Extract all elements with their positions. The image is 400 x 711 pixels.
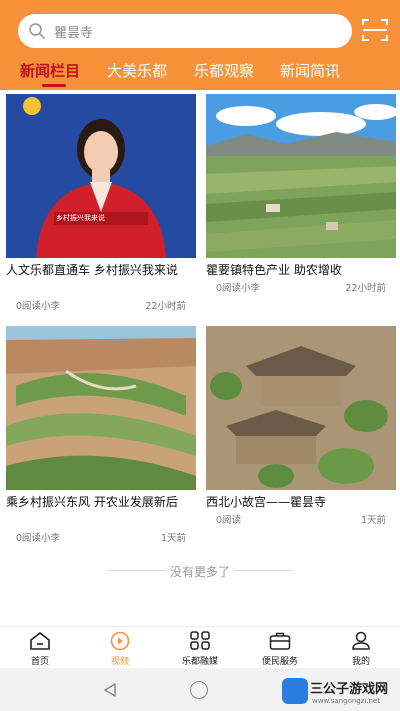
read-count: 0阅读小李 <box>16 301 61 312</box>
tab-beautiful-ledu[interactable]: 大美乐都 <box>107 60 167 81</box>
article-title[interactable]: 乘乡村振兴东风 开农业发展新后 <box>6 494 196 511</box>
active-tab-indicator <box>42 84 66 87</box>
scan-icon[interactable] <box>362 18 388 42</box>
app-header: 瞿昙寺 新闻栏目 大美乐都 乐都观察 新闻简讯 <box>0 0 400 90</box>
timestamp: 22小时前 <box>145 301 186 312</box>
read-count: 0阅读 <box>216 515 242 526</box>
watermark-text: 三公子游戏网 <box>310 682 389 697</box>
no-more-text: 没有更多了 <box>169 565 230 579</box>
tab-news-briefs[interactable]: 新闻简讯 <box>280 60 340 81</box>
watermark-logo-icon <box>282 678 308 704</box>
article-thumbnail[interactable] <box>6 326 196 490</box>
watermark-url: www.sangongzi.net <box>312 697 381 705</box>
divider <box>234 570 292 571</box>
watermark: 三公子游戏网 www.sangongzi.net <box>282 676 396 708</box>
nav-services[interactable]: 便民服务 <box>245 631 315 667</box>
search-icon <box>29 23 45 39</box>
no-more-indicator: 没有更多了 <box>0 563 400 580</box>
nav-video[interactable]: 视频 <box>85 631 155 667</box>
tab-ledu-observation[interactable]: 乐都观察 <box>194 60 254 81</box>
article-title[interactable]: 西北小故宫——瞿昙寺 <box>206 494 396 511</box>
home-icon <box>30 632 50 650</box>
briefcase-icon <box>269 632 291 650</box>
tab-news-columns[interactable]: 新闻栏目 <box>20 60 80 81</box>
bottom-navigation: 首页 视频 乐都融媒 便民服务 我的 <box>0 626 400 668</box>
nav-label: 首页 <box>30 657 49 667</box>
nav-label: 我的 <box>351 657 370 667</box>
nav-home[interactable]: 首页 <box>5 631 75 667</box>
home-circle-icon[interactable] <box>190 681 208 699</box>
article-card[interactable]: 瞿要镇特色产业 助农增收 0阅读小李 22小时前 <box>206 94 396 316</box>
search-bar[interactable]: 瞿昙寺 <box>18 14 352 48</box>
nav-profile[interactable]: 我的 <box>326 631 396 667</box>
search-input[interactable]: 瞿昙寺 <box>54 22 93 41</box>
divider <box>108 570 166 571</box>
article-meta: 0阅读小李 22小时前 <box>216 280 386 294</box>
grid-icon <box>190 631 210 650</box>
article-card[interactable]: 西北小故宫——瞿昙寺 0阅读 1天前 <box>206 326 396 548</box>
article-card[interactable]: 乘乡村振兴东风 开农业发展新后 0阅读小李 1天前 <box>6 326 196 548</box>
nav-label: 视频 <box>110 657 129 667</box>
nav-label: 便民服务 <box>261 657 298 667</box>
user-icon <box>352 631 370 650</box>
timestamp: 22小时前 <box>345 283 386 294</box>
timestamp: 1天前 <box>160 533 186 544</box>
article-card[interactable]: 乡村振兴我来说 人文乐都直通车 乡村振兴我来说 0阅读小李 22小时前 <box>6 94 196 316</box>
article-meta: 0阅读 1天前 <box>216 512 386 526</box>
article-thumbnail[interactable] <box>206 94 396 258</box>
article-meta: 0阅读小李 22小时前 <box>16 298 186 312</box>
nav-ledu-media[interactable]: 乐都融媒 <box>165 631 235 667</box>
nav-label: 乐都融媒 <box>181 657 218 667</box>
article-thumbnail[interactable]: 乡村振兴我来说 <box>6 94 196 258</box>
article-thumbnail[interactable] <box>206 326 396 490</box>
timestamp: 1天前 <box>360 515 386 526</box>
article-meta: 0阅读小李 1天前 <box>16 530 186 544</box>
category-tabs: 新闻栏目 大美乐都 乐都观察 新闻简讯 <box>0 58 400 90</box>
thumbnail-caption: 乡村振兴我来说 <box>56 214 105 222</box>
back-icon[interactable] <box>102 682 118 698</box>
video-icon <box>110 631 130 651</box>
article-title[interactable]: 瞿要镇特色产业 助农增收 <box>206 262 396 279</box>
article-title[interactable]: 人文乐都直通车 乡村振兴我来说 <box>6 262 196 279</box>
read-count: 0阅读小李 <box>16 533 61 544</box>
read-count: 0阅读小李 <box>216 283 261 294</box>
